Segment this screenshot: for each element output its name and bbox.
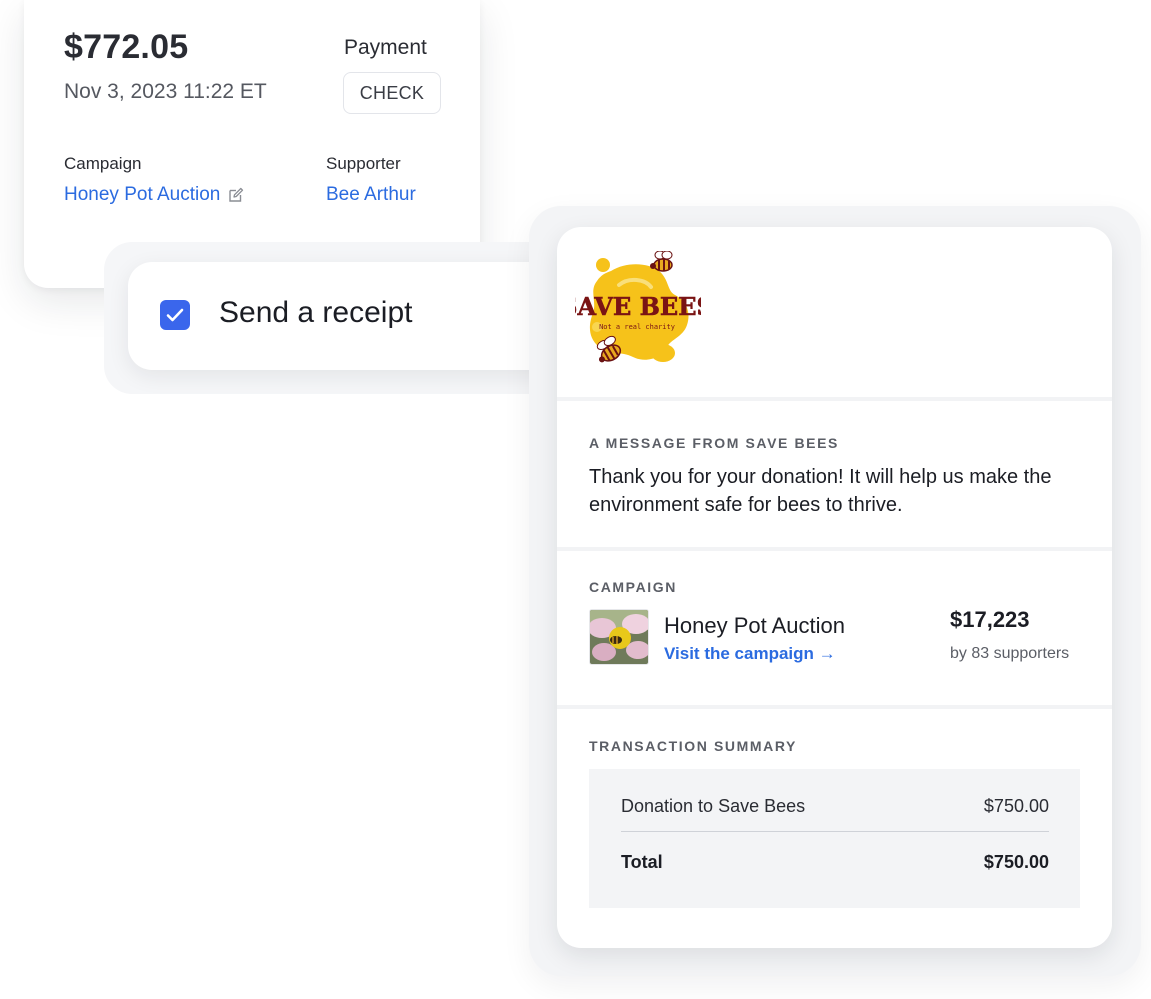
section-divider <box>557 705 1112 709</box>
supporter-label: Supporter <box>326 154 401 173</box>
logo-title: SAVE BEES <box>575 292 701 321</box>
check-icon <box>166 308 184 322</box>
total-amount: $750.00 <box>983 852 1049 872</box>
visit-campaign-link[interactable]: Visit the campaign → <box>664 644 836 664</box>
summary-heading: TRANSACTION SUMMARY <box>589 738 797 754</box>
message-heading: A MESSAGE FROM SAVE BEES <box>589 435 839 451</box>
summary-row: Donation to Save Bees $750.00 <box>621 796 1049 817</box>
summary-row-amount: $750.00 <box>983 796 1049 816</box>
campaign-name: Honey Pot Auction <box>664 613 846 638</box>
payment-datetime: Nov 3, 2023 11:22 ET <box>64 80 267 103</box>
edit-icon[interactable] <box>228 187 244 203</box>
campaign-total: $17,223 <box>950 607 1030 632</box>
transaction-summary: Donation to Save Bees $750.00 Total $750… <box>589 769 1080 908</box>
supporter-link[interactable]: Bee Arthur <box>326 184 416 206</box>
payment-amount: $772.05 <box>64 28 189 66</box>
save-bees-logo: SAVE BEES Not a real charity <box>575 251 701 363</box>
payment-method-badge: CHECK <box>343 72 441 114</box>
logo-tagline: Not a real charity <box>599 323 675 331</box>
bee-icon-top <box>650 251 673 272</box>
summary-total-row: Total $750.00 <box>621 852 1049 873</box>
email-receipt-preview: SAVE BEES Not a real charity A MESSAGE F… <box>557 227 1112 948</box>
summary-divider <box>621 831 1049 832</box>
campaign-thumbnail <box>589 609 649 665</box>
total-label: Total <box>621 852 663 872</box>
campaign-link[interactable]: Honey Pot Auction <box>64 184 244 206</box>
payment-label: Payment <box>344 36 427 59</box>
send-receipt-label[interactable]: Send a receipt <box>219 296 412 330</box>
message-body: Thank you for your donation! It will hel… <box>589 466 1052 516</box>
section-divider <box>557 397 1112 401</box>
campaign-link-text[interactable]: Honey Pot Auction <box>64 184 220 206</box>
summary-row-label: Donation to Save Bees <box>621 796 806 816</box>
section-divider <box>557 547 1112 551</box>
campaign-heading: CAMPAIGN <box>589 579 677 595</box>
campaign-supporters: by 83 supporters <box>950 645 1070 662</box>
send-receipt-checkbox[interactable] <box>160 300 190 330</box>
campaign-label: Campaign <box>64 154 142 173</box>
